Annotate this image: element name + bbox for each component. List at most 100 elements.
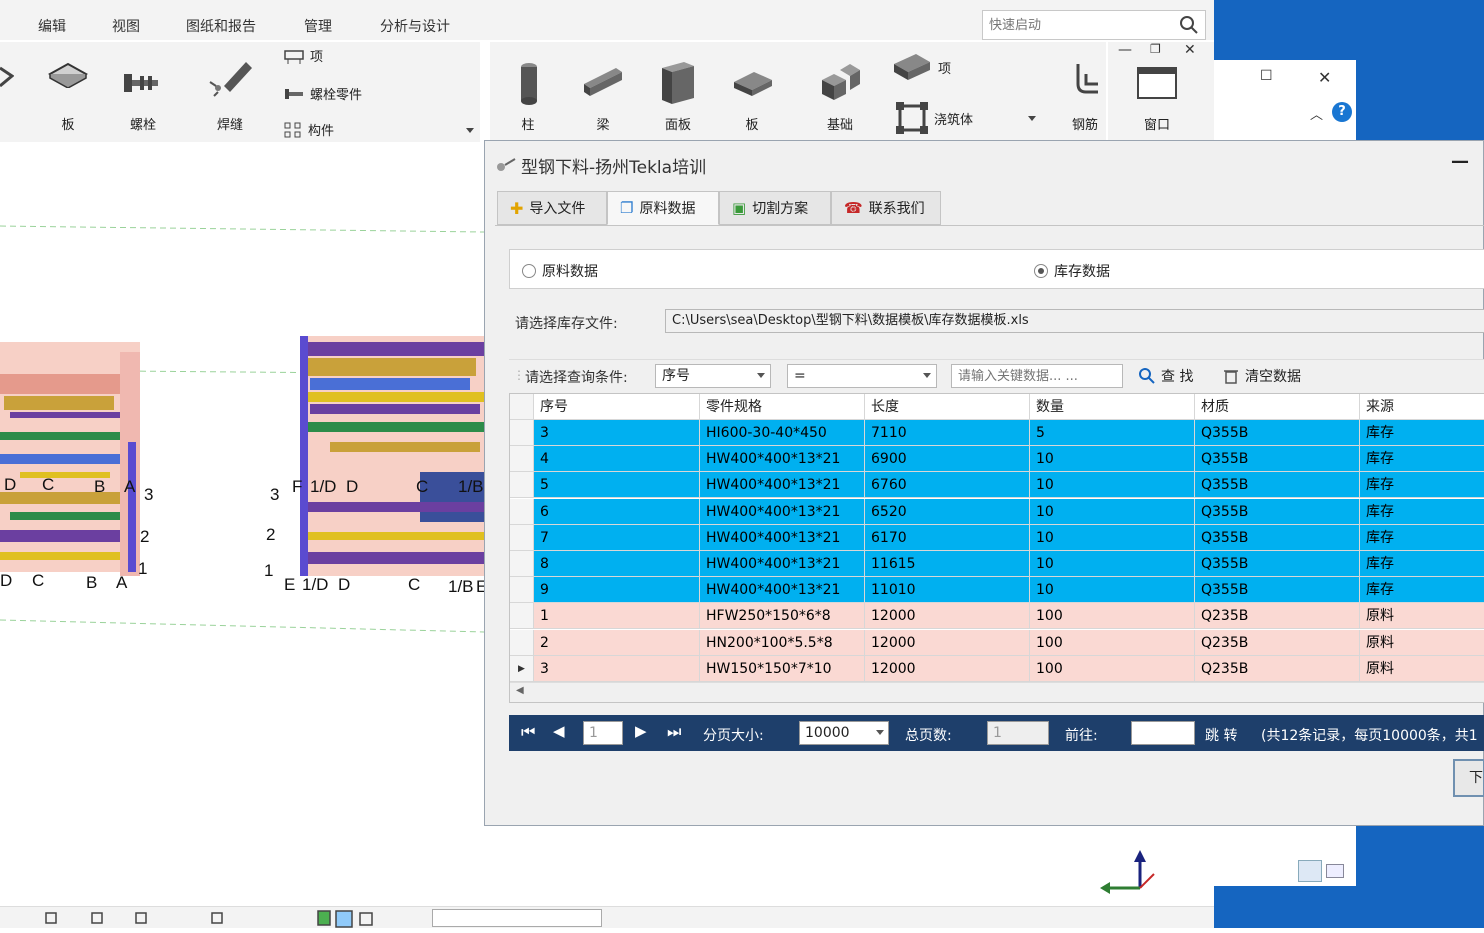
table-cell[interactable]: Q355B [1195,498,1360,525]
table-row[interactable]: 8 HW400*400*13*21 11615 10 Q355B 库存 [510,551,1484,577]
tab-contact[interactable]: ☎ 联系我们 [831,191,941,225]
table-cell[interactable]: 10 [1030,577,1195,604]
table-cell[interactable]: 100 [1030,629,1195,656]
foundation-button[interactable]: 基础 [814,42,866,142]
keyword-input[interactable] [951,364,1123,388]
row-header[interactable]: ▶ [510,655,534,682]
table-cell[interactable]: 11615 [865,551,1030,577]
table-cell[interactable]: 1 [534,603,700,630]
row-header[interactable] [510,446,534,473]
table-cell[interactable]: Q355B [1195,577,1360,604]
table-row[interactable]: 5 HW400*400*13*21 6760 10 Q355B 库存 [510,472,1484,499]
close-ribbon-icon[interactable]: ✕ [1184,42,1196,58]
tab-import[interactable]: ✚ 导入文件 [497,191,607,225]
window-button[interactable]: 窗口 [1132,42,1182,142]
table-cell[interactable]: 4 [534,446,700,473]
table-cell[interactable]: Q355B [1195,524,1360,551]
page-size-select[interactable]: 10000 [799,721,889,745]
table-cell[interactable]: 6520 [865,498,1030,525]
large-icon-view-icon[interactable] [1326,864,1344,878]
table-cell[interactable]: HI600-30-40*450 [700,420,865,446]
tab-cut-plan[interactable]: ▣ 切割方案 [719,191,831,225]
table-row[interactable]: 9 HW400*400*13*21 11010 10 Q355B 库存 [510,577,1484,604]
table-cell[interactable]: 100 [1030,655,1195,682]
panel-button[interactable]: 面板 [654,42,702,142]
table-cell[interactable]: 库存 [1360,577,1484,604]
component-button[interactable]: 构件 [284,120,334,139]
table-row[interactable]: 1 HFW250*150*6*8 12000 100 Q235B 原料 [510,603,1484,630]
minimize-icon[interactable]: — [1118,42,1132,58]
table-cell[interactable]: 11010 [865,577,1030,604]
help-icon[interactable]: ? [1332,102,1352,122]
pour-dropdown-icon[interactable] [1028,116,1036,121]
table-cell[interactable]: 5 [1030,420,1195,446]
row-header[interactable] [510,498,534,525]
column-header[interactable]: 序号 [534,394,700,420]
column-header[interactable]: 数量 [1030,394,1195,420]
table-cell[interactable]: 原料 [1360,655,1484,682]
table-row[interactable]: 7 HW400*400*13*21 6170 10 Q355B 库存 [510,524,1484,551]
table-cell[interactable]: 100 [1030,603,1195,630]
first-page-icon[interactable]: ⏮ [521,722,535,742]
table-cell[interactable]: 库存 [1360,551,1484,577]
last-page-icon[interactable]: ⏭ [667,722,681,742]
table-cell[interactable]: 12000 [865,655,1030,682]
table-cell[interactable]: Q355B [1195,446,1360,473]
maximize-icon[interactable]: ☐ [1260,68,1273,84]
table-cell[interactable]: 5 [534,472,700,499]
table-row[interactable]: ▶ 3 HW150*150*7*10 12000 100 Q235B 原料 [510,655,1484,682]
column-header[interactable]: 零件规格 [700,394,865,420]
table-cell[interactable]: Q355B [1195,420,1360,446]
beam-button[interactable]: 梁 [578,42,628,142]
table-cell[interactable]: 7 [534,524,700,551]
menu-view[interactable]: 视图 [112,16,140,36]
table-cell[interactable]: 6900 [865,446,1030,473]
table-cell[interactable]: HN200*100*5.5*8 [700,629,865,656]
menu-analysis-design[interactable]: 分析与设计 [380,16,450,36]
dialog-minimize-icon[interactable]: — [1451,151,1469,172]
column-header[interactable]: 长度 [865,394,1030,420]
bottom-combo[interactable] [432,909,602,927]
table-cell[interactable]: 库存 [1360,524,1484,551]
radio-stock-data[interactable]: 库存数据 [1034,261,1110,281]
item-button[interactable]: 项 [284,46,323,65]
tab-raw-data[interactable]: ❐ 原料数据 [607,191,719,225]
table-cell[interactable]: Q235B [1195,603,1360,630]
filter-operator-select[interactable]: = [787,364,937,388]
menu-edit[interactable]: 编辑 [38,16,66,36]
pour-button[interactable]: 浇筑体 [896,102,973,134]
item-right-button[interactable]: 项 [892,52,951,82]
prev-page-icon[interactable]: ◀ [553,722,565,740]
table-cell[interactable]: HW400*400*13*21 [700,446,865,473]
table-cell[interactable]: HW400*400*13*21 [700,498,865,525]
row-header[interactable] [510,551,534,577]
radio-raw-data[interactable]: 原料数据 [522,261,598,281]
model-viewport[interactable]: D C B A 3 2 1 D C B A 3 F 1/D D C 1/B 2 … [0,142,484,906]
file-path-input[interactable]: C:\Users\sea\Desktop\型钢下料\数据模板\库存数据模板.xl… [665,309,1484,333]
table-cell[interactable]: Q355B [1195,472,1360,499]
table-cell[interactable]: 库存 [1360,472,1484,499]
table-cell[interactable]: 8 [534,551,700,577]
plate-button[interactable]: 板 [44,42,92,142]
table-cell[interactable]: 10 [1030,524,1195,551]
table-row[interactable]: 2 HN200*100*5.5*8 12000 100 Q235B 原料 [510,629,1484,656]
horizontal-scrollbar[interactable]: ◀ [510,682,1484,702]
table-cell[interactable]: 库存 [1360,498,1484,525]
row-header[interactable] [510,420,534,446]
table-cell[interactable]: 7110 [865,420,1030,446]
jump-button[interactable]: 跳 转 [1205,725,1237,745]
table-cell[interactable]: Q235B [1195,655,1360,682]
current-page-input[interactable]: 1 [583,721,623,745]
table-cell[interactable]: HFW250*150*6*8 [700,603,865,630]
table-cell[interactable]: 3 [534,655,700,682]
quick-launch-input[interactable] [983,11,1173,39]
next-button[interactable]: 下 [1453,759,1484,797]
table-cell[interactable]: Q355B [1195,551,1360,577]
goto-page-input[interactable] [1131,721,1195,745]
table-row[interactable]: 4 HW400*400*13*21 6900 10 Q355B 库存 [510,446,1484,473]
table-cell[interactable]: HW150*150*7*10 [700,655,865,682]
table-cell[interactable]: 12000 [865,603,1030,630]
filter-field-select[interactable]: 序号 [655,364,771,388]
table-cell[interactable]: 10 [1030,472,1195,499]
row-header[interactable] [510,524,534,551]
